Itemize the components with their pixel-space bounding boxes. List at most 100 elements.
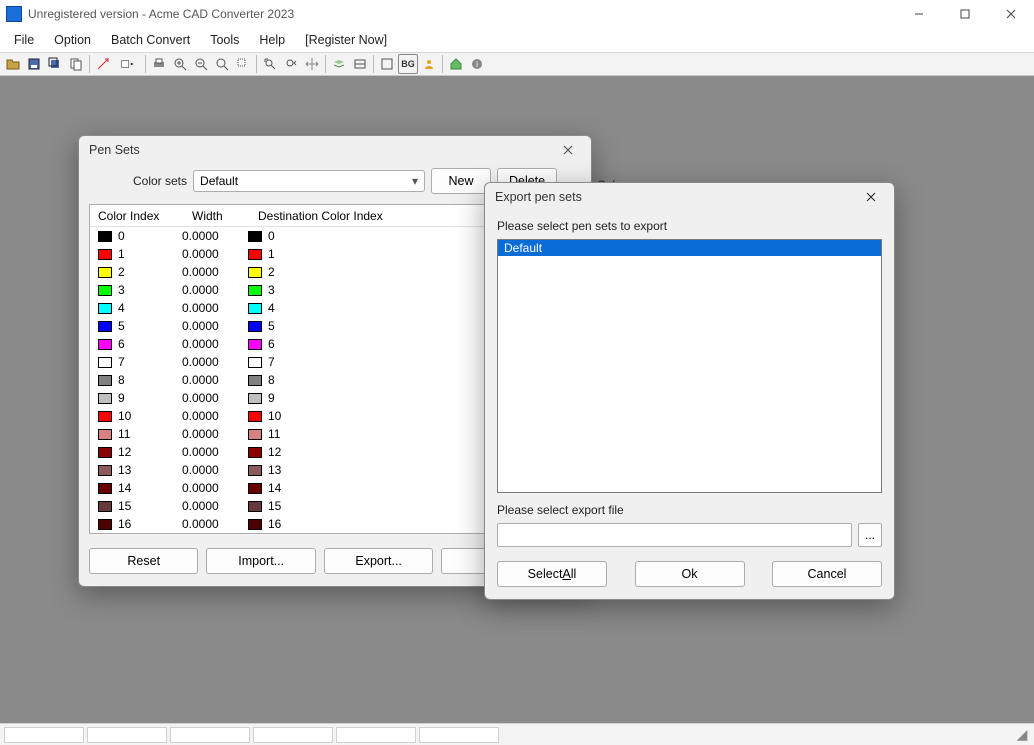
zoom-previous-icon[interactable] bbox=[281, 54, 301, 74]
export-file-input[interactable] bbox=[497, 523, 852, 547]
dest-color-swatch bbox=[248, 519, 262, 530]
dest-color-swatch bbox=[248, 285, 262, 296]
menu-register[interactable]: [Register Now] bbox=[295, 30, 397, 50]
pensets-close-button[interactable] bbox=[555, 139, 581, 161]
info-icon[interactable]: i bbox=[467, 54, 487, 74]
export-cancel-button[interactable]: Cancel bbox=[772, 561, 882, 587]
status-segment bbox=[253, 727, 333, 743]
resize-grip-icon[interactable]: ◢ bbox=[1014, 727, 1030, 743]
col-index: 14 bbox=[118, 481, 180, 495]
col-width: 0.0000 bbox=[180, 427, 246, 441]
open-icon[interactable] bbox=[3, 54, 23, 74]
color-swatch bbox=[98, 285, 112, 296]
status-segment bbox=[336, 727, 416, 743]
zoom-window-icon[interactable] bbox=[233, 54, 253, 74]
export-ok-button[interactable]: Ok bbox=[635, 561, 745, 587]
col-index: 5 bbox=[118, 319, 180, 333]
batch-icon[interactable] bbox=[114, 54, 142, 74]
dest-color-swatch bbox=[248, 411, 262, 422]
home-icon[interactable] bbox=[446, 54, 466, 74]
colorsets-combo[interactable]: Default ▾ bbox=[193, 170, 425, 192]
copy-icon[interactable] bbox=[66, 54, 86, 74]
col-index: 16 bbox=[118, 517, 180, 531]
zoom-dynamic-icon[interactable] bbox=[260, 54, 280, 74]
zoom-extents-icon[interactable] bbox=[212, 54, 232, 74]
window-controls bbox=[896, 0, 1034, 28]
col-width: 0.0000 bbox=[180, 463, 246, 477]
export-list[interactable]: Default bbox=[497, 239, 882, 493]
color-swatch bbox=[98, 231, 112, 242]
col-width: 0.0000 bbox=[180, 481, 246, 495]
col-index: 9 bbox=[118, 391, 180, 405]
col-width: 0.0000 bbox=[180, 265, 246, 279]
saveall-icon[interactable] bbox=[45, 54, 65, 74]
convert-icon[interactable] bbox=[93, 54, 113, 74]
pan-icon[interactable] bbox=[302, 54, 322, 74]
layers-icon[interactable] bbox=[329, 54, 349, 74]
titlebar: Unregistered version - Acme CAD Converte… bbox=[0, 0, 1034, 28]
dest-color-swatch bbox=[248, 267, 262, 278]
browse-button[interactable]: ... bbox=[858, 523, 882, 547]
export-close-button[interactable] bbox=[858, 186, 884, 208]
save-icon[interactable] bbox=[24, 54, 44, 74]
menu-file[interactable]: File bbox=[4, 30, 44, 50]
user-icon[interactable] bbox=[419, 54, 439, 74]
wireframe-icon[interactable] bbox=[377, 54, 397, 74]
menubar: File Option Batch Convert Tools Help [Re… bbox=[0, 28, 1034, 52]
color-swatch bbox=[98, 465, 112, 476]
col-width: 0.0000 bbox=[180, 319, 246, 333]
export-list-item[interactable]: Default bbox=[498, 240, 881, 256]
col-width: 0.0000 bbox=[180, 517, 246, 531]
menu-batch-convert[interactable]: Batch Convert bbox=[101, 30, 200, 50]
menu-tools[interactable]: Tools bbox=[200, 30, 249, 50]
window-title: Unregistered version - Acme CAD Converte… bbox=[28, 7, 294, 21]
col-index: 0 bbox=[118, 229, 180, 243]
color-swatch bbox=[98, 375, 112, 386]
export-button[interactable]: Export... bbox=[324, 548, 433, 574]
col-index: 3 bbox=[118, 283, 180, 297]
col-width: 0.0000 bbox=[180, 373, 246, 387]
zoom-in-icon[interactable] bbox=[170, 54, 190, 74]
menu-option[interactable]: Option bbox=[44, 30, 101, 50]
col-width: 0.0000 bbox=[180, 355, 246, 369]
menu-help[interactable]: Help bbox=[249, 30, 295, 50]
close-button[interactable] bbox=[988, 0, 1034, 28]
header-index[interactable]: Color Index bbox=[90, 209, 184, 223]
col-width: 0.0000 bbox=[180, 283, 246, 297]
print-icon[interactable] bbox=[149, 54, 169, 74]
header-width[interactable]: Width bbox=[184, 209, 250, 223]
new-button[interactable]: New bbox=[431, 168, 491, 194]
status-segment bbox=[4, 727, 84, 743]
dest-color-swatch bbox=[248, 303, 262, 314]
export-dialog: Export pen sets Please select pen sets t… bbox=[484, 182, 895, 600]
export-file-hint: Please select export file bbox=[497, 503, 882, 517]
dest-color-swatch bbox=[248, 429, 262, 440]
status-segment bbox=[87, 727, 167, 743]
dest-color-swatch bbox=[248, 501, 262, 512]
layout-icon[interactable] bbox=[350, 54, 370, 74]
svg-text:i: i bbox=[476, 60, 478, 69]
dest-color-swatch bbox=[248, 321, 262, 332]
col-index: 15 bbox=[118, 499, 180, 513]
pensets-titlebar: Pen Sets bbox=[79, 136, 591, 164]
zoom-out-icon[interactable] bbox=[191, 54, 211, 74]
selectall-button[interactable]: Select All bbox=[497, 561, 607, 587]
bg-toggle-icon[interactable]: BG bbox=[398, 54, 418, 74]
toolbar: BG i bbox=[0, 52, 1034, 76]
color-swatch bbox=[98, 303, 112, 314]
color-swatch bbox=[98, 411, 112, 422]
col-width: 0.0000 bbox=[180, 337, 246, 351]
minimize-button[interactable] bbox=[896, 0, 942, 28]
status-segment bbox=[419, 727, 499, 743]
import-button[interactable]: Import... bbox=[206, 548, 315, 574]
color-swatch bbox=[98, 501, 112, 512]
col-index: 6 bbox=[118, 337, 180, 351]
col-width: 0.0000 bbox=[180, 391, 246, 405]
color-swatch bbox=[98, 483, 112, 494]
maximize-button[interactable] bbox=[942, 0, 988, 28]
col-width: 0.0000 bbox=[180, 499, 246, 513]
col-index: 12 bbox=[118, 445, 180, 459]
color-swatch bbox=[98, 339, 112, 350]
reset-button[interactable]: Reset bbox=[89, 548, 198, 574]
dest-color-swatch bbox=[248, 357, 262, 368]
